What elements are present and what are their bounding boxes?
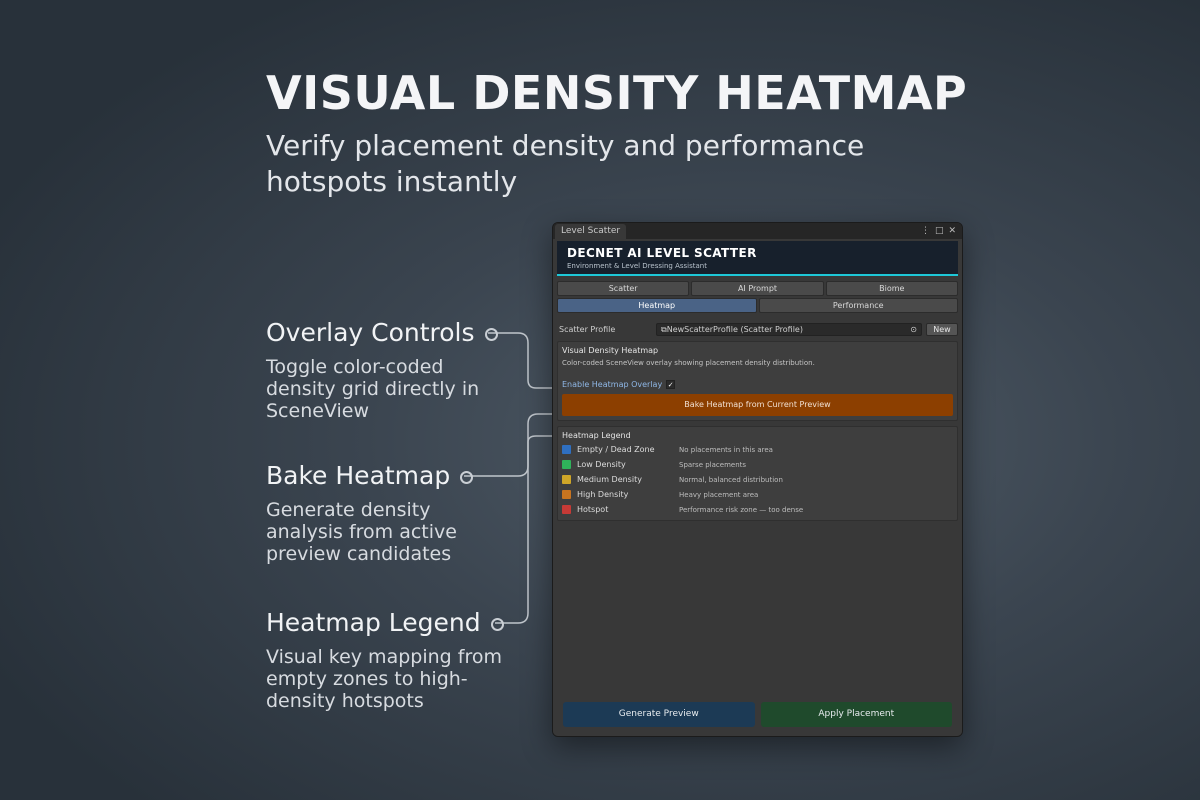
tab-heatmap[interactable]: Heatmap (557, 298, 757, 313)
action-footer: Generate Preview Apply Placement (553, 696, 962, 736)
legend-desc: Sparse placements (679, 460, 747, 469)
overlay-toggle-row: Enable Heatmap Overlay ✓ (562, 380, 953, 389)
banner-title: DECNET AI LEVEL SCATTER (567, 246, 757, 260)
tool-tabs: Scatter AI Prompt Biome Heatmap Performa… (553, 281, 962, 313)
window-tab[interactable]: Level Scatter (555, 224, 627, 239)
heatmap-settings-section: Visual Density Heatmap Color-coded Scene… (557, 341, 958, 421)
callout-bake-heatmap: Bake Heatmap Generate density analysis f… (266, 461, 506, 565)
legend-swatch (562, 445, 571, 454)
callout-desc: Generate density analysis from active pr… (266, 499, 457, 565)
legend-row: Medium Density Normal, balanced distribut… (562, 472, 953, 487)
apply-placement-button[interactable]: Apply Placement (760, 702, 952, 727)
object-picker-icon[interactable]: ⊙ (910, 324, 917, 335)
legend-name: Medium Density (577, 475, 642, 484)
page-subtitle: Verify placement density and performance… (266, 129, 865, 198)
callout-dot-icon (460, 470, 474, 484)
legend-desc: Heavy placement area (679, 490, 759, 499)
legend-list: Empty / Dead Zone No placements in this a… (562, 442, 953, 517)
generate-preview-button[interactable]: Generate Preview (563, 702, 755, 727)
callout-desc: Toggle color-coded density grid directly… (266, 356, 480, 422)
window-tab-bar: Level Scatter ⋮ □ ✕ (553, 223, 962, 239)
heatmap-legend-section: Heatmap Legend Empty / Dead Zone No place… (557, 426, 958, 521)
callout-desc: Visual key mapping from empty zones to h… (266, 646, 502, 712)
tab-biome[interactable]: Biome (825, 281, 958, 296)
callout-title: Overlay Controls (266, 318, 475, 347)
legend-desc: Performance risk zone — too dense (679, 505, 804, 514)
scatter-profile-row: Scatter Profile ⧉NewScatterProfile (Scat… (559, 322, 958, 336)
scatter-profile-field[interactable]: ⧉NewScatterProfile (Scatter Profile) ⊙ (656, 322, 922, 336)
legend-name: Hotspot (577, 505, 609, 514)
legend-swatch (562, 505, 571, 514)
callout-title: Heatmap Legend (266, 608, 481, 637)
legend-name: High Density (577, 490, 629, 499)
callout-title: Bake Heatmap (266, 461, 451, 490)
callout-dot-icon (484, 327, 498, 341)
tab-scatter[interactable]: Scatter (557, 281, 690, 296)
more-options-icon[interactable]: ⋮ (921, 226, 930, 236)
legend-swatch (562, 460, 571, 469)
legend-row: Empty / Dead Zone No placements in this a… (562, 442, 953, 457)
tool-banner: DECNET AI LEVEL SCATTER Environment & Le… (557, 241, 958, 276)
page-title: VISUAL DENSITY HEATMAP (266, 66, 968, 120)
scatter-profile-value: ⧉NewScatterProfile (Scatter Profile) (661, 324, 803, 334)
legend-row: Hotspot Performance risk zone — too dense (562, 502, 953, 517)
callout-overlay-controls: Overlay Controls Toggle color-coded dens… (266, 318, 516, 422)
legend-title: Heatmap Legend (562, 431, 631, 440)
scatter-profile-label: Scatter Profile (559, 324, 616, 334)
callout-dot-icon (490, 617, 504, 631)
legend-desc: No placements in this area (679, 445, 773, 454)
legend-name: Empty / Dead Zone (577, 445, 655, 454)
tab-performance[interactable]: Performance (758, 298, 958, 313)
legend-row: Low Density Sparse placements (562, 457, 953, 472)
legend-swatch (562, 475, 571, 484)
legend-swatch (562, 490, 571, 499)
tab-ai-prompt[interactable]: AI Prompt (691, 281, 824, 296)
legend-desc: Normal, balanced distribution (679, 475, 783, 484)
legend-row: High Density Heavy placement area (562, 487, 953, 502)
legend-name: Low Density (577, 460, 626, 469)
maximize-icon[interactable]: □ (935, 226, 944, 236)
overlay-toggle-label: Enable Heatmap Overlay (562, 380, 663, 389)
level-scatter-window: Level Scatter ⋮ □ ✕ DECNET AI LEVEL SCAT… (552, 222, 963, 737)
new-profile-button[interactable]: New (926, 322, 958, 336)
overlay-checkbox[interactable]: ✓ (666, 380, 676, 389)
bake-heatmap-button[interactable]: Bake Heatmap from Current Preview (562, 394, 953, 416)
close-icon[interactable]: ✕ (948, 226, 956, 236)
section-title: Visual Density Heatmap (562, 346, 659, 355)
callout-heatmap-legend: Heatmap Legend Visual key mapping from e… (266, 608, 531, 712)
section-description: Color-coded SceneView overlay showing pl… (562, 359, 815, 367)
banner-subtitle: Environment & Level Dressing Assistant (567, 262, 707, 270)
